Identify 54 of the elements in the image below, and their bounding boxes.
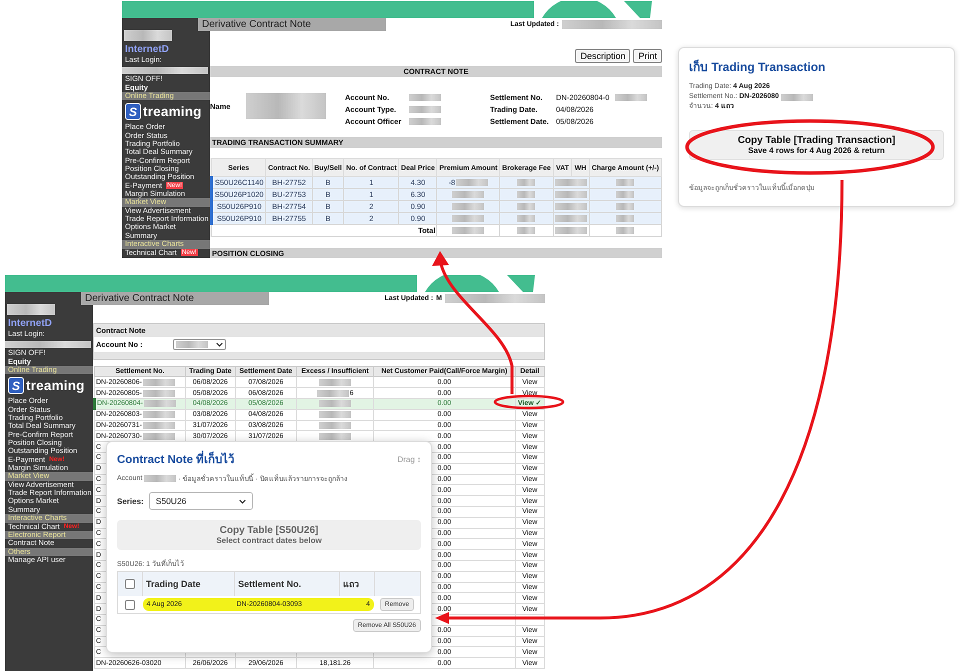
blurred-value	[319, 400, 352, 408]
blurred-value	[555, 191, 588, 198]
checkbox[interactable]	[125, 600, 136, 610]
blurred-value	[452, 215, 484, 222]
blurred-value	[319, 411, 352, 418]
blurred-value	[555, 227, 588, 234]
logo-mark: S	[8, 377, 24, 394]
blurred-value	[452, 203, 484, 210]
page-title: Derivative Contract Note	[81, 292, 269, 305]
column-header: แถว	[340, 572, 374, 596]
page-title: Derivative Contract Note	[198, 18, 386, 31]
blurred-value	[517, 203, 536, 210]
blurred-value	[616, 179, 634, 186]
card-title: เก็บ Trading Transaction	[689, 58, 826, 76]
toolbar-button[interactable]: Description	[575, 49, 630, 63]
series-dropdown[interactable]: S50U26	[148, 492, 253, 510]
copy-table-button[interactable]: Copy Table [Trading Transaction] Save 4 rows for 4 Aug 2026 & return	[689, 130, 944, 160]
chevron-icon	[216, 342, 223, 347]
logo-mark: S	[125, 103, 141, 120]
blurred-value	[452, 191, 484, 198]
column-header: Trading Date	[142, 572, 235, 596]
blurred-value	[124, 30, 172, 41]
blurred-value	[555, 203, 588, 210]
blurred-value	[616, 215, 634, 222]
field-label: Series:	[117, 496, 144, 506]
blurred-value	[319, 378, 352, 386]
toolbar-button[interactable]: Print	[633, 49, 662, 63]
chevron-icon	[238, 498, 246, 504]
logo-text: treaming	[26, 378, 85, 394]
highlight-ring	[494, 394, 564, 410]
blurred-value	[517, 227, 536, 234]
account-dropdown[interactable]	[172, 339, 226, 350]
blurred-value	[7, 304, 55, 315]
blurred-value	[316, 390, 349, 397]
blurred-value	[517, 191, 536, 198]
logo-text: treaming	[143, 104, 202, 120]
blurred-value	[319, 432, 352, 440]
blurred-value	[616, 203, 634, 210]
blurred-value	[616, 191, 634, 198]
blurred-value	[144, 475, 176, 482]
blurred-value	[517, 215, 536, 222]
brand-name: InternetD	[124, 43, 170, 56]
blurred-value	[555, 179, 588, 186]
column-header: Settlement No.	[234, 572, 340, 596]
blurred-value	[176, 341, 208, 348]
blurred-value	[555, 215, 588, 222]
blurred-value	[452, 227, 484, 234]
popup-title: Contract Note ที่เก็บไว้	[117, 450, 234, 468]
blurred-value	[456, 179, 488, 186]
blurred-value	[319, 422, 352, 429]
checkbox[interactable]	[125, 579, 135, 590]
blurred-value	[517, 179, 536, 186]
blurred-value	[616, 227, 634, 234]
brand-name: InternetD	[7, 317, 53, 330]
